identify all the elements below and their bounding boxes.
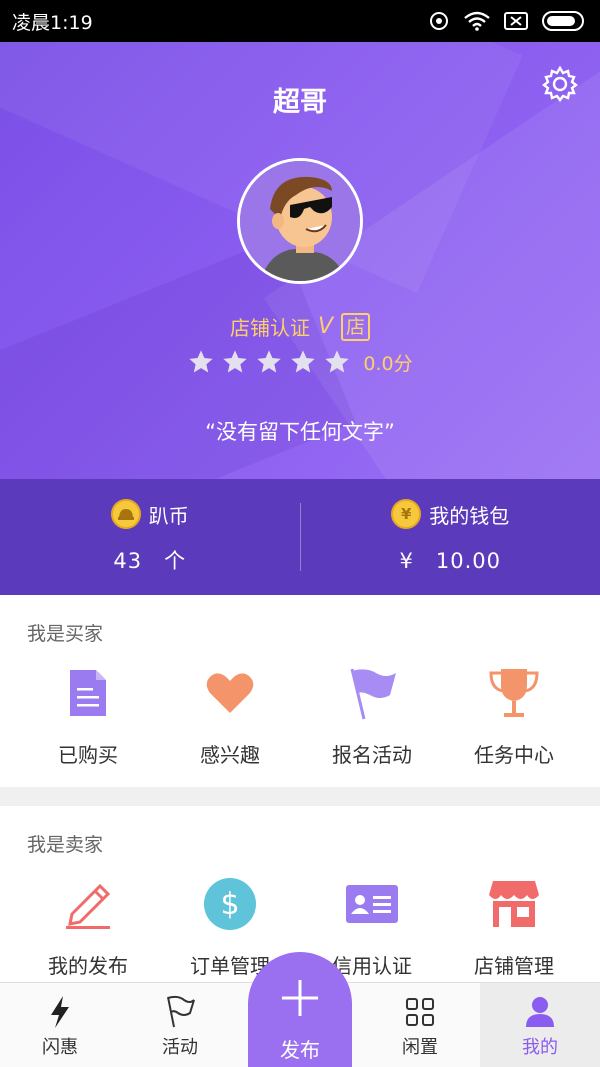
status-time: 凌晨1:19 <box>12 11 93 34</box>
tab-label: 闲置 <box>402 1037 438 1058</box>
coin-stat[interactable]: 趴币 43 个 <box>0 479 300 595</box>
stats-bar: 趴币 43 个 ¥ 我的钱包 ¥ 10.00 <box>0 479 600 595</box>
sim-off-icon <box>504 12 528 30</box>
cell-label: 我的发布 <box>48 954 128 978</box>
tab-label: 我的 <box>522 1037 558 1058</box>
status-bar: 凌晨1:19 <box>0 0 600 42</box>
cell-label: 报名活动 <box>332 743 412 767</box>
lightning-icon <box>43 995 77 1029</box>
coin-label: 趴币 <box>148 503 189 528</box>
cell-label: 信用认证 <box>332 954 412 978</box>
username: 超哥 <box>273 87 327 118</box>
tab-flash-deals[interactable]: 闪惠 <box>0 983 120 1067</box>
status-icons <box>428 10 588 32</box>
buyer-section: 我是买家 已购买 感兴趣 报名活动 任务中心 <box>0 595 600 787</box>
rating-score: 0.0分 <box>363 352 413 375</box>
profile-header: 超哥 店铺认证 V 店 0.0分 “没有留下任何文字” <box>0 42 600 479</box>
tab-label: 活动 <box>162 1037 198 1058</box>
task-center-item[interactable]: 任务中心 <box>443 665 585 768</box>
flag-outline-icon <box>163 995 197 1029</box>
heart-icon <box>202 665 258 721</box>
section-title: 我是买家 <box>27 623 104 645</box>
tab-activities[interactable]: 活动 <box>120 983 240 1067</box>
cell-label: 店铺管理 <box>474 954 554 978</box>
cert-label: 店铺认证 <box>229 316 310 340</box>
tab-idle[interactable]: 闲置 <box>360 983 480 1067</box>
flag-icon <box>344 665 400 721</box>
publish-button[interactable]: 发布 <box>248 952 352 1067</box>
grid-icon <box>403 995 437 1029</box>
signup-activity-item[interactable]: 报名活动 <box>301 665 443 768</box>
store-icon <box>486 876 542 932</box>
buyer-grid: 已购买 感兴趣 报名活动 任务中心 <box>0 665 600 768</box>
profile-motto: “没有留下任何文字” <box>205 420 395 444</box>
cert-check-mark: V <box>317 314 334 339</box>
battery-icon <box>542 11 584 31</box>
cell-label: 感兴趣 <box>200 743 260 767</box>
star-icon <box>291 350 316 373</box>
star-icon <box>325 350 350 373</box>
trophy-icon <box>486 665 542 721</box>
shop-certification: 店铺认证 V 店 <box>0 312 600 341</box>
pencil-icon <box>60 876 116 932</box>
cell-label: 任务中心 <box>474 743 554 767</box>
section-title: 我是卖家 <box>27 834 104 856</box>
shop-badge: 店 <box>341 312 371 341</box>
svg-text:$: $ <box>220 887 239 922</box>
publish-label: 发布 <box>280 1038 320 1062</box>
tab-mine[interactable]: 我的 <box>480 983 600 1067</box>
person-icon <box>523 995 557 1029</box>
interested-item[interactable]: 感兴趣 <box>159 665 301 768</box>
star-icon <box>223 350 248 373</box>
my-posts-item[interactable]: 我的发布 <box>17 876 159 979</box>
star-icon <box>257 350 282 373</box>
id-card-icon <box>344 876 400 932</box>
settings-gear-icon[interactable] <box>540 64 580 104</box>
document-icon <box>60 665 116 721</box>
store-management-item[interactable]: 店铺管理 <box>443 876 585 979</box>
coin-icon <box>110 499 141 529</box>
star-icon <box>189 350 214 373</box>
cell-label: 已购买 <box>58 743 118 767</box>
sync-icon <box>430 12 448 30</box>
wallet-label: 我的钱包 <box>429 503 510 528</box>
coin-value: 43 个 <box>113 549 187 573</box>
rating: 0.0分 <box>0 348 600 376</box>
wallet-value: ¥ 10.00 <box>399 549 501 573</box>
purchased-item[interactable]: 已购买 <box>17 665 159 768</box>
avatar[interactable] <box>237 158 363 284</box>
plus-icon <box>282 980 318 1016</box>
wallet-stat[interactable]: ¥ 我的钱包 ¥ 10.00 <box>301 479 600 595</box>
dollar-icon: $ <box>202 876 258 932</box>
wifi-icon <box>464 11 490 31</box>
yuan-coin-icon: ¥ <box>391 499 422 529</box>
tab-label: 闪惠 <box>42 1037 78 1058</box>
